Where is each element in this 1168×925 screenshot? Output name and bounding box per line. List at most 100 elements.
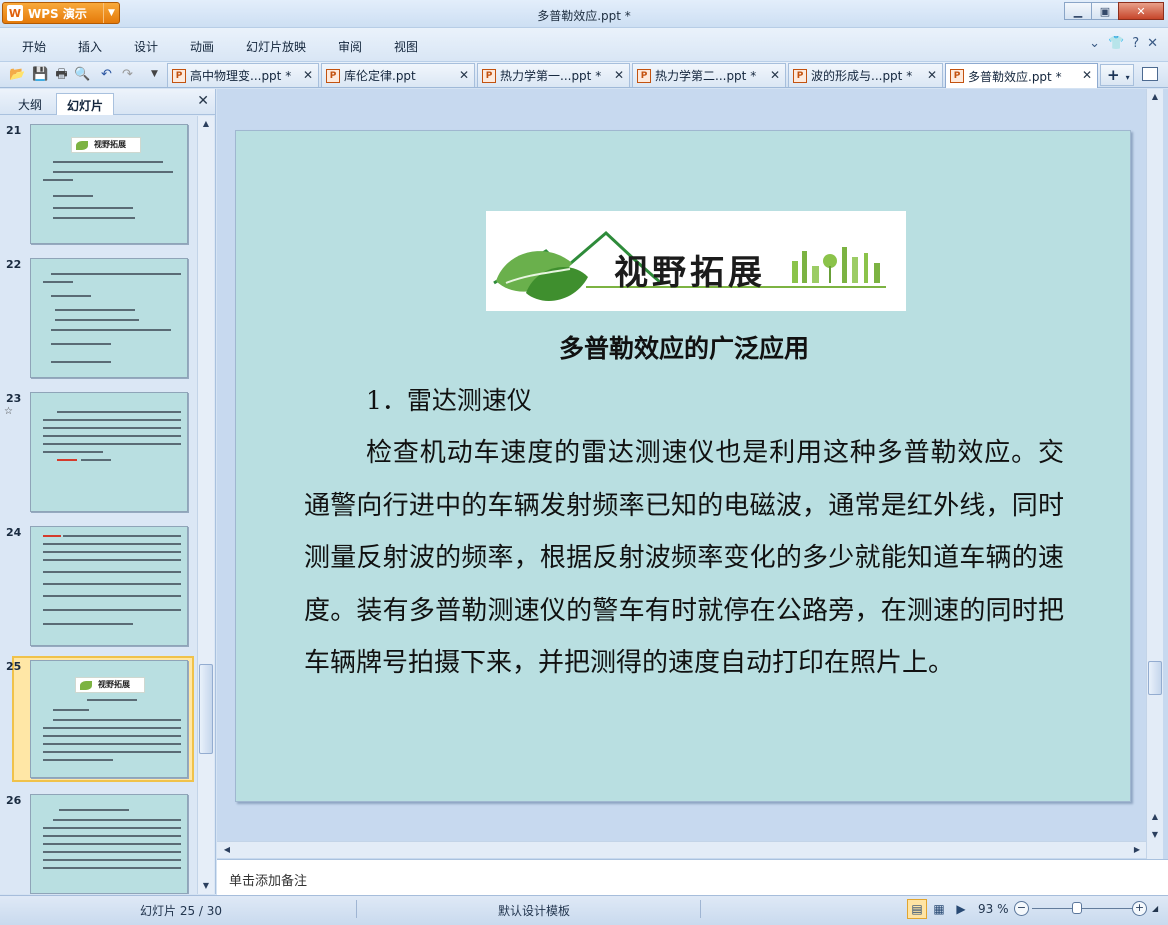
save-icon[interactable]: 💾	[32, 66, 49, 83]
notes-placeholder[interactable]: 单击添加备注	[229, 870, 307, 889]
fit-window-icon[interactable]: ◢	[1152, 904, 1158, 913]
slideshow-play-icon[interactable]: ▶	[951, 899, 971, 919]
scroll-down-icon[interactable]: ▼	[198, 878, 214, 894]
menu-home[interactable]: 开始	[22, 38, 46, 55]
ppt-file-icon: P	[637, 68, 651, 83]
shirt-skin-icon[interactable]: 👕	[1108, 36, 1124, 51]
slide-thumbnail-image: 视野拓展	[30, 660, 188, 778]
close-tab-icon[interactable]: ✕	[459, 68, 469, 82]
animation-star-icon: ☆	[4, 406, 13, 417]
doc-tab-1[interactable]: P 高中物理变...ppt * ✕	[167, 63, 319, 87]
slide-subheading[interactable]: 1．雷达测速仪	[366, 381, 532, 417]
zoom-level: 93 %	[978, 902, 1009, 916]
new-tab-button[interactable]: + ▾	[1100, 64, 1134, 86]
close-tab-icon[interactable]: ✕	[614, 68, 624, 82]
close-button[interactable]: ✕	[1118, 2, 1164, 20]
slide-number: 23	[6, 392, 22, 405]
divider	[700, 900, 701, 918]
menu-bar: 开始 插入 设计 动画 幻灯片放映 审阅 视图 ⌄ 👕 ? ✕	[0, 28, 1168, 62]
doc-tab-3[interactable]: P 热力学第一...ppt * ✕	[477, 63, 630, 87]
zoom-slider-handle[interactable]	[1072, 902, 1082, 914]
slide-thumbnail-image: 视野拓展	[30, 124, 188, 244]
doc-tab-label: 多普勒效应.ppt *	[968, 69, 1062, 84]
banner-image: 视野拓展	[486, 211, 906, 311]
doc-tab-label: 波的形成与...ppt *	[811, 69, 913, 83]
minimize-button[interactable]: ▁	[1064, 2, 1092, 20]
doc-tab-label: 热力学第一...ppt *	[500, 69, 602, 83]
help-icon[interactable]: ?	[1132, 36, 1139, 51]
doc-tab-label: 热力学第二...ppt *	[655, 69, 757, 83]
undo-icon[interactable]: ↶	[98, 66, 115, 83]
window-title: 多普勒效应.ppt *	[537, 9, 631, 23]
slide-thumbnail-list: 21 视野拓展 22 23 ☆ 24 25 视野拓展 26	[0, 116, 196, 894]
editor-horizontal-scrollbar[interactable]: ◀ ▶	[217, 841, 1146, 858]
ppt-file-icon: P	[172, 68, 186, 83]
current-slide[interactable]: 视野拓展 多普勒效应的广泛应用 1．雷达测速仪 检查机动车速度的雷达测速仪也是利…	[235, 130, 1131, 802]
menu-review[interactable]: 审阅	[338, 38, 362, 55]
zoom-in-icon[interactable]: +	[1132, 901, 1147, 916]
restore-window-icon[interactable]	[1142, 67, 1158, 81]
doc-tab-5[interactable]: P 波的形成与...ppt * ✕	[788, 63, 943, 87]
scroll-up-icon[interactable]: ▲	[198, 116, 214, 132]
slide-body-text[interactable]: 检查机动车速度的雷达测速仪也是利用这种多普勒效应。交通警向行进中的车辆发射频率已…	[304, 427, 1064, 690]
ppt-file-icon: P	[326, 68, 340, 83]
ppt-file-icon: P	[950, 69, 964, 83]
menu-design[interactable]: 设计	[134, 38, 158, 55]
slide-thumbnail-image	[30, 526, 188, 646]
chevron-down-icon[interactable]: ⌄	[1089, 36, 1100, 51]
scrollbar-thumb[interactable]	[1148, 661, 1162, 695]
tab-slides[interactable]: 幻灯片	[56, 93, 115, 115]
close-doc-icon[interactable]: ✕	[1147, 36, 1158, 51]
close-tab-icon[interactable]: ✕	[927, 68, 937, 82]
print-preview-icon[interactable]: 🔍	[74, 66, 91, 83]
customize-toolbar-icon[interactable]: ▼	[146, 66, 163, 83]
scroll-right-icon[interactable]: ▶	[1129, 842, 1145, 858]
scroll-left-icon[interactable]: ◀	[219, 842, 235, 858]
close-panel-icon[interactable]: ✕	[197, 93, 209, 109]
slide-thumbnail-image	[30, 794, 188, 894]
slide-thumbnail-image	[30, 258, 188, 378]
thumb-logo-text: 视野拓展	[98, 680, 130, 689]
divider	[356, 900, 357, 918]
maximize-button[interactable]: ▣	[1091, 2, 1119, 20]
scroll-up-icon[interactable]: ▲	[1147, 89, 1163, 105]
menu-animation[interactable]: 动画	[190, 38, 214, 55]
ppt-file-icon: P	[482, 68, 496, 83]
previous-slide-icon[interactable]: ▲	[1147, 809, 1163, 825]
close-tab-icon[interactable]: ✕	[303, 68, 313, 82]
normal-view-icon[interactable]: ▤	[907, 899, 927, 919]
redo-icon[interactable]: ↷	[119, 66, 136, 83]
close-tab-icon[interactable]: ✕	[1082, 68, 1092, 82]
notes-pane[interactable]: 单击添加备注	[217, 859, 1168, 895]
zoom-slider-track[interactable]	[1032, 908, 1132, 909]
scrollbar-thumb[interactable]	[199, 664, 213, 754]
slide-position: 幻灯片 25 / 30	[140, 904, 223, 918]
slide-thumbnail-image	[30, 392, 188, 512]
doc-tab-6-active[interactable]: P 多普勒效应.ppt * ✕	[945, 63, 1098, 88]
menu-view[interactable]: 视图	[394, 38, 418, 55]
slide-number: 26	[6, 794, 22, 807]
banner-title: 视野拓展	[614, 253, 766, 293]
slides-panel: 大纲 幻灯片 ✕ 21 视野拓展 22 23 ☆ 24 25 视野拓展 26 ▲…	[0, 89, 216, 894]
title-bar: W WPS 演示 ▼ 多普勒效应.ppt * ▁ ▣ ✕	[0, 0, 1168, 28]
slide-heading[interactable]: 多普勒效应的广泛应用	[236, 329, 1132, 365]
close-tab-icon[interactable]: ✕	[770, 68, 780, 82]
slide-sorter-icon[interactable]: ▦	[929, 899, 949, 919]
menu-slideshow[interactable]: 幻灯片放映	[246, 38, 306, 55]
print-icon[interactable]: 🖶	[53, 66, 70, 83]
slide-number: 25	[6, 660, 22, 673]
doc-tab-2[interactable]: P 库伦定律.ppt ✕	[321, 63, 475, 87]
doc-tab-4[interactable]: P 热力学第二...ppt * ✕	[632, 63, 786, 87]
open-folder-icon[interactable]: 📂	[9, 66, 26, 83]
slide-number: 24	[6, 526, 22, 539]
zoom-out-icon[interactable]: −	[1014, 901, 1029, 916]
slides-panel-scrollbar[interactable]: ▲ ▼	[197, 116, 214, 894]
template-name[interactable]: 默认设计模板	[498, 902, 570, 919]
doc-tab-label: 高中物理变...ppt *	[190, 69, 292, 83]
next-slide-icon[interactable]: ▼	[1147, 827, 1163, 843]
slide-editor: 视野拓展 多普勒效应的广泛应用 1．雷达测速仪 检查机动车速度的雷达测速仪也是利…	[217, 89, 1168, 859]
tab-outline[interactable]: 大纲	[8, 93, 52, 115]
menu-insert[interactable]: 插入	[78, 38, 102, 55]
editor-vertical-scrollbar[interactable]: ▲ ▲ ▼	[1146, 89, 1163, 859]
doc-tab-label: 库伦定律.ppt	[344, 69, 416, 83]
